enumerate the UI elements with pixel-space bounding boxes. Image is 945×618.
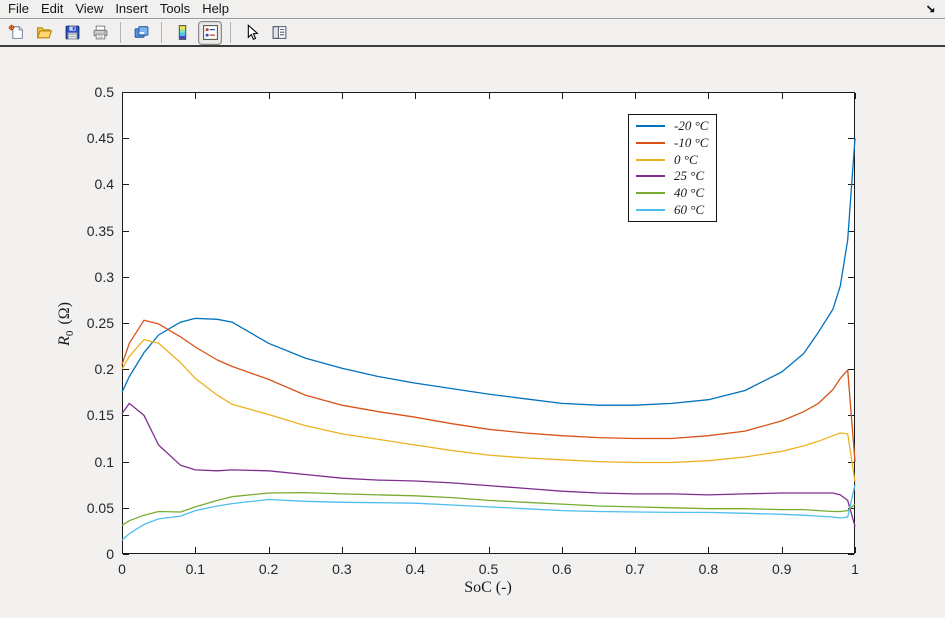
y-axis-label: R0(Ω) xyxy=(56,302,76,346)
x-tick-label: 0.2 xyxy=(244,561,294,577)
legend-entry[interactable]: -20 °C xyxy=(629,119,716,134)
cursor-arrow-icon xyxy=(243,24,260,41)
legend-line-swatch xyxy=(636,192,665,194)
property-inspector-icon xyxy=(271,24,288,41)
legend-label: -20 °C xyxy=(674,118,708,134)
legend-icon xyxy=(202,24,219,41)
open-file-button[interactable] xyxy=(32,21,56,45)
x-axis-label: SoC (-) xyxy=(403,579,573,597)
y-tick-label: 0.4 xyxy=(44,176,114,192)
toolbar-separator xyxy=(230,22,231,43)
insert-legend-button[interactable] xyxy=(198,21,222,45)
new-figure-button[interactable] xyxy=(4,21,28,45)
legend-entry[interactable]: 0 °C xyxy=(629,152,716,167)
legend-entry[interactable]: 25 °C xyxy=(629,169,716,184)
y-tick-label: 0.1 xyxy=(44,454,114,470)
legend-line-swatch xyxy=(636,209,665,211)
link-plot-button[interactable] xyxy=(129,21,153,45)
matlab-figure-window: { "menubar": { "items": ["File", "Edit",… xyxy=(0,0,945,618)
save-figure-button[interactable] xyxy=(60,21,84,45)
x-tick-label: 0.1 xyxy=(170,561,220,577)
insert-colorbar-button[interactable] xyxy=(170,21,194,45)
toolbar-separator xyxy=(120,22,121,43)
y-tick-label: 0.3 xyxy=(44,269,114,285)
toolbar-separator xyxy=(161,22,162,43)
legend-entry[interactable]: 60 °C xyxy=(629,202,716,217)
menu-item-edit[interactable]: Edit xyxy=(35,0,69,18)
floppy-disk-icon xyxy=(64,24,81,41)
legend-entry[interactable]: 40 °C xyxy=(629,185,716,200)
y-tick-label: 0.15 xyxy=(44,407,114,423)
legend-label: 40 °C xyxy=(674,185,704,201)
x-tick-label: 0.9 xyxy=(757,561,807,577)
legend-label: 60 °C xyxy=(674,202,704,218)
legend-line-swatch xyxy=(636,159,665,161)
new-document-icon xyxy=(8,24,25,41)
y-tick-label: 0 xyxy=(44,546,114,562)
print-button[interactable] xyxy=(88,21,112,45)
x-tick-label: 0.3 xyxy=(317,561,367,577)
x-tick-label: 0.7 xyxy=(610,561,660,577)
x-tick-label: 0.4 xyxy=(390,561,440,577)
menu-item-insert[interactable]: Insert xyxy=(109,0,154,18)
legend-line-swatch xyxy=(636,175,665,177)
colorbar-icon xyxy=(174,24,191,41)
link-plot-icon xyxy=(133,24,150,41)
legend-label: -10 °C xyxy=(674,135,708,151)
printer-icon xyxy=(92,24,109,41)
menu-item-help[interactable]: Help xyxy=(196,0,235,18)
folder-open-icon xyxy=(36,24,53,41)
menu-item-tools[interactable]: Tools xyxy=(154,0,196,18)
x-tick-label: 0 xyxy=(97,561,147,577)
y-tick-label: 0.5 xyxy=(44,84,114,100)
y-tick-label: 0.45 xyxy=(44,130,114,146)
legend-label: 25 °C xyxy=(674,168,704,184)
menu-overflow-icon[interactable] xyxy=(925,3,937,15)
property-inspector-button[interactable] xyxy=(267,21,291,45)
y-tick-label: 0.2 xyxy=(44,361,114,377)
x-tick-label: 1 xyxy=(830,561,880,577)
menubar: FileEditViewInsertToolsHelp xyxy=(0,0,945,19)
y-tick-label: 0.05 xyxy=(44,500,114,516)
y-tick-label: 0.35 xyxy=(44,223,114,239)
x-tick-label: 0.5 xyxy=(464,561,514,577)
menu-item-file[interactable]: File xyxy=(2,0,35,18)
toolbar xyxy=(0,20,945,47)
edit-plot-button[interactable] xyxy=(239,21,263,45)
plot-area xyxy=(122,92,855,554)
y-tick-label: 0.25 xyxy=(44,315,114,331)
legend-line-swatch xyxy=(636,125,665,127)
x-tick-label: 0.6 xyxy=(537,561,587,577)
legend-entry[interactable]: -10 °C xyxy=(629,135,716,150)
legend-label: 0 °C xyxy=(674,152,698,168)
legend-line-swatch xyxy=(636,142,665,144)
x-tick-label: 0.8 xyxy=(683,561,733,577)
axes xyxy=(122,92,855,554)
menu-item-view[interactable]: View xyxy=(69,0,109,18)
legend[interactable]: -20 °C-10 °C0 °C25 °C40 °C60 °C xyxy=(628,114,717,222)
